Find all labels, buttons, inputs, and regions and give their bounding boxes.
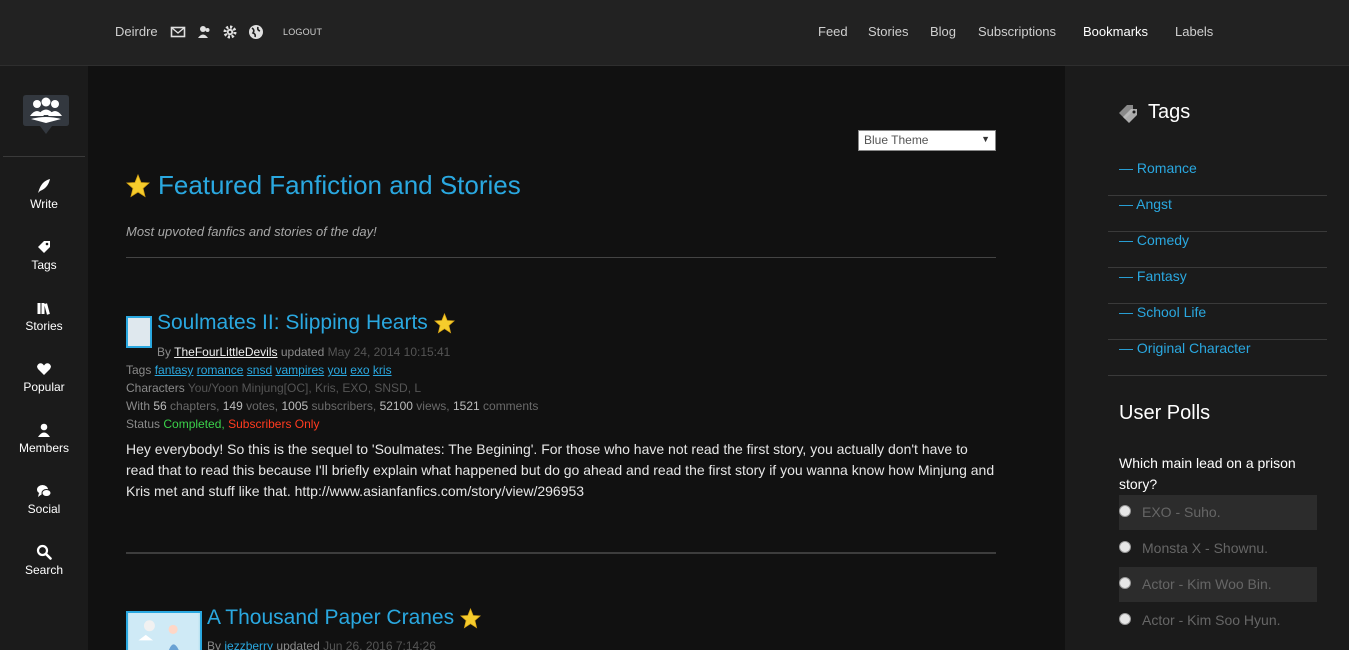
dropdown-arrow-icon: ▼: [981, 134, 990, 144]
nav-blog[interactable]: Blog: [930, 24, 956, 39]
nav-feed[interactable]: Feed: [818, 24, 848, 39]
tag-link-angst[interactable]: — Angst: [1108, 196, 1327, 232]
search-icon: [36, 544, 52, 560]
poll-question: Which main lead on a prison story?: [1119, 455, 1296, 492]
gear-icon[interactable]: [222, 24, 238, 40]
polls-heading: User Polls: [1119, 402, 1211, 424]
tag-link[interactable]: vampires: [275, 363, 324, 377]
story-thumbnail[interactable]: [126, 316, 152, 348]
tag-link[interactable]: exo: [350, 363, 369, 377]
main-content: Blue Theme ▼ Featured Fanfiction and Sto…: [88, 66, 1065, 650]
friends-icon[interactable]: [196, 24, 212, 40]
nav-stories[interactable]: Stories: [868, 24, 908, 39]
sidebar-item-label: Members: [18, 441, 69, 455]
page-subtitle: Most upvoted fanfics and stories of the …: [126, 224, 377, 239]
sidebar-item-label: Tags: [31, 258, 57, 272]
story-title-text[interactable]: A Thousand Paper Cranes: [207, 606, 454, 630]
story-title[interactable]: Soulmates II: Slipping Hearts: [157, 311, 455, 335]
nav-labels[interactable]: Labels: [1175, 24, 1213, 39]
tag-link-comedy[interactable]: — Comedy: [1108, 232, 1327, 268]
radio-button[interactable]: [1119, 505, 1131, 517]
updated-date: Jun 26, 2016 7:14:26: [323, 639, 436, 650]
radio-button[interactable]: [1119, 613, 1131, 625]
poll-option[interactable]: Monsta X - Shownu.: [1119, 531, 1317, 566]
tag-link-school-life[interactable]: — School Life: [1108, 304, 1327, 340]
sidebar-item-stories[interactable]: Stories: [0, 300, 88, 333]
author-link[interactable]: jezzberry: [224, 639, 273, 650]
author-link[interactable]: TheFourLittleDevils: [174, 345, 277, 359]
username-link[interactable]: Deirdre: [115, 24, 158, 39]
story-title-text[interactable]: Soulmates II: Slipping Hearts: [157, 311, 428, 335]
story-byline: By jezzberry updated Jun 26, 2016 7:14:2…: [207, 639, 436, 650]
updated-date: May 24, 2014 10:15:41: [327, 345, 451, 359]
story-description: Hey everybody! So this is the sequel to …: [126, 441, 995, 499]
books-icon: [37, 303, 50, 315]
logout-link[interactable]: LOGOUT: [283, 27, 322, 37]
story-thumbnail[interactable]: [126, 611, 202, 650]
member-icon: [38, 423, 50, 437]
left-sidebar: Write Tags Stories Popular Members Socia…: [0, 66, 88, 650]
story-stats: With 56 chapters, 149 votes, 1005 subscr…: [126, 399, 539, 413]
story-title[interactable]: A Thousand Paper Cranes: [207, 606, 482, 630]
star-icon: [433, 312, 455, 333]
quill-icon: [38, 179, 50, 193]
page-title-text: Featured Fanfiction and Stories: [158, 170, 521, 200]
tags-icon: [1119, 104, 1137, 123]
nav-bookmarks[interactable]: Bookmarks: [1083, 24, 1148, 39]
page-title: Featured Fanfiction and Stories: [126, 170, 521, 201]
star-icon: [126, 173, 150, 197]
radio-button[interactable]: [1119, 541, 1131, 553]
heart-icon: [37, 363, 51, 375]
sidebar-item-members[interactable]: Members: [0, 422, 88, 455]
status-badge: Completed,: [163, 417, 225, 431]
sidebar-item-write[interactable]: Write: [0, 178, 88, 211]
tag-link[interactable]: romance: [197, 363, 244, 377]
sidebar-item-label: Social: [27, 502, 61, 516]
sidebar-item-label: Write: [30, 197, 58, 211]
tag-link[interactable]: snsd: [247, 363, 272, 377]
poll-option[interactable]: Actor - Kim Soo Hyun.: [1119, 603, 1317, 638]
tag-link-fantasy[interactable]: — Fantasy: [1108, 268, 1327, 304]
story-status: Status Completed, Subscribers Only: [126, 417, 320, 431]
tag-link-romance[interactable]: — Romance: [1108, 160, 1327, 196]
cover-image: [129, 613, 199, 650]
story-tags: Tags fantasy romance snsd vampires you e…: [126, 363, 392, 377]
tag-icon: [38, 241, 50, 253]
theme-select[interactable]: Blue Theme ▼: [858, 130, 996, 151]
tag-link[interactable]: you: [328, 363, 347, 377]
tag-link[interactable]: kris: [373, 363, 392, 377]
chat-icon: [37, 485, 52, 497]
sidebar-item-social[interactable]: Social: [0, 483, 88, 516]
sidebar-item-label: Popular: [23, 380, 65, 394]
sidebar-divider: [3, 156, 85, 157]
divider: [126, 257, 996, 258]
tags-heading: Tags: [1118, 101, 1190, 124]
divider: [126, 552, 996, 554]
sidebar-item-popular[interactable]: Popular: [0, 361, 88, 394]
tag-link[interactable]: fantasy: [155, 363, 194, 377]
sidebar-item-label: Search: [24, 563, 64, 577]
sidebar-item-label: Stories: [25, 319, 63, 333]
story-byline: By TheFourLittleDevils updated May 24, 2…: [157, 345, 451, 359]
top-bar: Deirdre LOGOUT Feed Stories Blog Subscri…: [0, 0, 1349, 66]
mail-icon[interactable]: [170, 24, 186, 40]
radio-button[interactable]: [1119, 577, 1131, 589]
star-icon: [460, 607, 482, 628]
poll-option[interactable]: EXO - Suho.: [1119, 495, 1317, 530]
globe-icon[interactable]: [248, 24, 264, 40]
status-badge: Subscribers Only: [228, 417, 320, 431]
sidebar-item-search[interactable]: Search: [0, 544, 88, 577]
right-sidebar: Tags — Romance — Angst — Comedy — Fantas…: [1065, 66, 1349, 650]
sidebar-item-tags[interactable]: Tags: [0, 239, 88, 272]
tag-link-original-character[interactable]: — Original Character: [1108, 340, 1327, 376]
community-logo-icon[interactable]: [22, 93, 70, 137]
header-icons: [170, 24, 264, 40]
story-card: A Thousand Paper Cranes By jezzberry upd…: [126, 606, 996, 650]
nav-subscriptions[interactable]: Subscriptions: [978, 24, 1056, 39]
story-characters: Characters You/Yoon Minjung[OC], Kris, E…: [126, 381, 422, 395]
poll-option[interactable]: Actor - Kim Woo Bin.: [1119, 567, 1317, 602]
theme-select-value: Blue Theme: [864, 133, 929, 147]
story-card: Soulmates II: Slipping Hearts By TheFour…: [126, 311, 996, 506]
